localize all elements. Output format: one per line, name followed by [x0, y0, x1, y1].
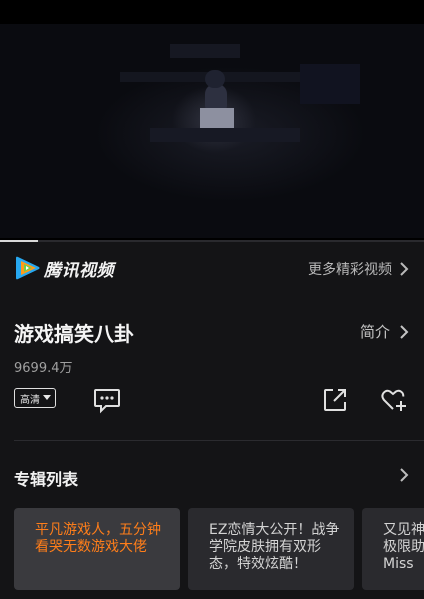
quality-label: 高清 [20, 394, 40, 406]
brand-name: 腾讯视频 [44, 261, 114, 281]
intro-label: 简介 [359, 323, 390, 341]
video-player[interactable] [0, 0, 424, 242]
album-item-title: EZ恋情大公开！战争学院皮肤拥有双形态，特效炫酷！ [209, 522, 340, 572]
quality-selector[interactable]: 高清 [14, 388, 56, 408]
album-item-title: 又见神子极限助Miss [383, 522, 424, 572]
more-videos-label: 更多精彩视频 [308, 262, 392, 278]
favorite-add-icon[interactable] [380, 387, 408, 413]
section-divider [14, 440, 424, 441]
album-item-card[interactable]: 又见神子极限助Miss [362, 508, 424, 590]
brand-bar: 腾讯视频 更多精彩视频 [0, 252, 424, 284]
more-videos-link[interactable]: 更多精彩视频 [308, 259, 410, 279]
video-title: 游戏搞笑八卦 [14, 322, 134, 346]
view-count: 9699.4万 [14, 361, 73, 376]
chevron-right-icon [400, 324, 409, 339]
intro-button[interactable]: 简介 [360, 321, 410, 342]
album-item-card[interactable]: EZ恋情大公开！战争学院皮肤拥有双形态，特效炫酷！ [188, 508, 354, 590]
album-item-title: 平凡游戏人，五分钟看哭无数游戏大佬 [35, 522, 161, 555]
video-frame [0, 24, 424, 238]
share-icon[interactable] [322, 387, 348, 413]
album-list-title: 专辑列表 [14, 470, 79, 489]
album-item-card[interactable]: 平凡游戏人，五分钟看哭无数游戏大佬 [14, 508, 180, 590]
tencent-video-logo-icon [16, 256, 40, 280]
chevron-right-icon [400, 262, 409, 276]
comment-icon[interactable] [93, 388, 121, 414]
video-progress-bar[interactable] [0, 240, 424, 242]
video-progress-fill [0, 240, 39, 242]
dropdown-arrow-icon [43, 395, 51, 400]
chevron-right-icon[interactable] [398, 467, 410, 483]
